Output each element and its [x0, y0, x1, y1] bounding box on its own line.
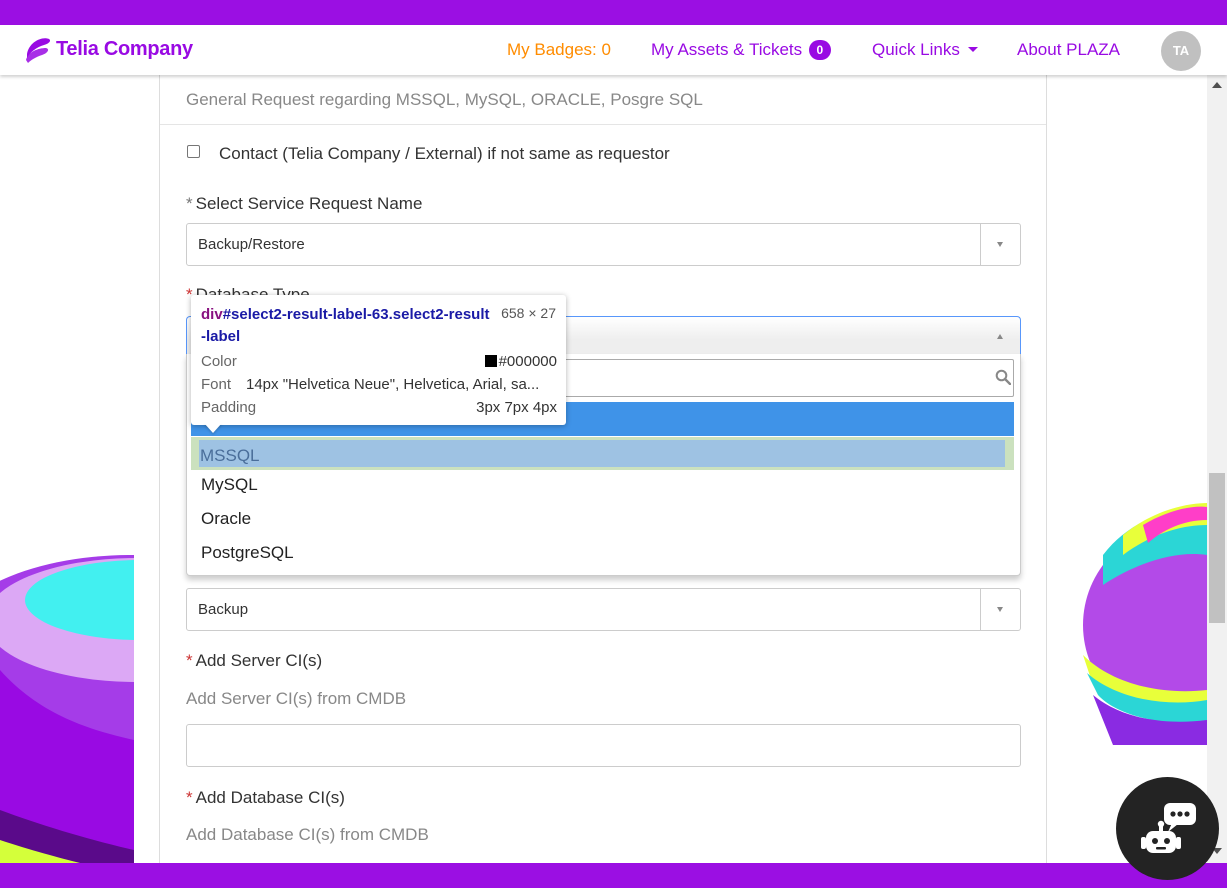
color-swatch-icon [484, 355, 497, 367]
dropdown-option-postgresql[interactable]: PostgreSQL [201, 543, 294, 563]
scrollbar-thumb[interactable] [1209, 473, 1225, 623]
search-icon [995, 369, 1011, 385]
tooltip-pointer [204, 423, 222, 433]
inspector-color-value-wrap: #000000 [484, 353, 557, 370]
service-request-arrow[interactable] [980, 224, 1020, 265]
nav-my-assets-tickets[interactable]: My Assets & Tickets 0 [651, 40, 831, 60]
contact-checkbox-label: Contact (Telia Company / External) if no… [219, 144, 670, 163]
logo-text: Telia Company [56, 37, 193, 60]
database-ci-hint: Add Database CI(s) from CMDB [186, 825, 429, 844]
general-request-text: General Request regarding MSSQL, MySQL, … [186, 90, 703, 109]
assets-count-badge: 0 [808, 40, 831, 60]
inspector-font-key: Font [201, 376, 232, 393]
backup-select-value: Backup [198, 601, 249, 618]
service-request-select[interactable]: Backup/Restore [186, 223, 1021, 266]
bottom-purple-bar [0, 863, 1227, 888]
server-ci-input[interactable] [186, 724, 1021, 767]
inspector-size: 658 × 27 [501, 305, 556, 321]
main-content: General Request regarding MSSQL, MySQL, … [134, 75, 1073, 863]
form-panel: General Request regarding MSSQL, MySQL, … [159, 75, 1047, 863]
chatbot-button[interactable] [1116, 777, 1219, 880]
nav-my-assets-label: My Assets & Tickets [651, 40, 803, 59]
required-asterisk: * [186, 651, 193, 670]
option-label: MSSQL [200, 446, 260, 465]
inspector-selector-text: #select2-result-label-63.select2-result-… [201, 306, 490, 345]
page-scrollbar[interactable] [1207, 75, 1227, 863]
chevron-down-icon [997, 607, 1003, 612]
top-purple-bar [0, 0, 1227, 25]
inspector-selector: div#select2-result-label-63.select2-resu… [201, 304, 491, 348]
telia-logo[interactable]: Telia Company [24, 34, 193, 64]
service-request-value: Backup/Restore [198, 236, 305, 253]
inspector-padding-value: 3px 7px 4px [476, 399, 557, 416]
inspector-padding-row: Padding 3px 7px 4px [201, 399, 557, 416]
devtools-inspector-tooltip: div#select2-result-label-63.select2-resu… [191, 295, 566, 433]
nav-quick-links-label: Quick Links [872, 40, 960, 59]
general-request-row: General Request regarding MSSQL, MySQL, … [160, 75, 1046, 125]
inspector-color-row: Color #000000 [201, 353, 557, 370]
service-request-label: * Select Service Request Name [186, 194, 422, 214]
backup-select-arrow[interactable] [980, 589, 1020, 630]
dropdown-option-oracle[interactable]: Oracle [201, 509, 251, 529]
chevron-down-icon [967, 47, 978, 52]
database-ci-label: * Add Database CI(s) [186, 788, 345, 808]
inspector-color-value: #000000 [498, 353, 557, 370]
chatbot-icon [1141, 803, 1196, 853]
server-ci-label: * Add Server CI(s) [186, 651, 322, 671]
inspector-color-key: Color [201, 353, 237, 370]
avatar[interactable]: TA [1161, 31, 1201, 71]
inspector-tag: div [201, 306, 223, 323]
inspector-font-row: Font 14px "Helvetica Neue", Helvetica, A… [201, 376, 557, 393]
chevron-up-icon [997, 334, 1003, 339]
chevron-down-icon [997, 242, 1003, 247]
required-asterisk: * [186, 194, 193, 213]
inspected-result-label: MSSQL [199, 440, 1005, 467]
server-ci-label-text: Add Server CI(s) [195, 651, 323, 670]
decorative-background-right [1073, 495, 1207, 745]
service-request-label-text: Select Service Request Name [195, 194, 423, 213]
decorative-background-left [0, 540, 134, 863]
nav-about-plaza[interactable]: About PLAZA [1017, 40, 1120, 60]
scroll-up-arrow-icon[interactable] [1212, 82, 1222, 88]
dropdown-option-mysql[interactable]: MySQL [201, 475, 258, 495]
required-asterisk: * [186, 788, 193, 807]
backup-select[interactable]: Backup [186, 588, 1021, 631]
inspector-padding-key: Padding [201, 399, 257, 416]
telia-pebble-icon [26, 38, 51, 63]
server-ci-hint: Add Server CI(s) from CMDB [186, 689, 407, 708]
site-header: Telia Company My Badges: 0 My Assets & T… [0, 25, 1227, 75]
contact-checkbox[interactable] [187, 145, 200, 158]
inspector-font-value: 14px "Helvetica Neue", Helvetica, Arial,… [246, 376, 540, 393]
nav-my-badges[interactable]: My Badges: 0 [507, 40, 611, 60]
nav-quick-links[interactable]: Quick Links [872, 40, 978, 60]
dropdown-option-mssql[interactable]: MSSQL [191, 437, 1014, 470]
database-ci-label-text: Add Database CI(s) [195, 788, 345, 807]
